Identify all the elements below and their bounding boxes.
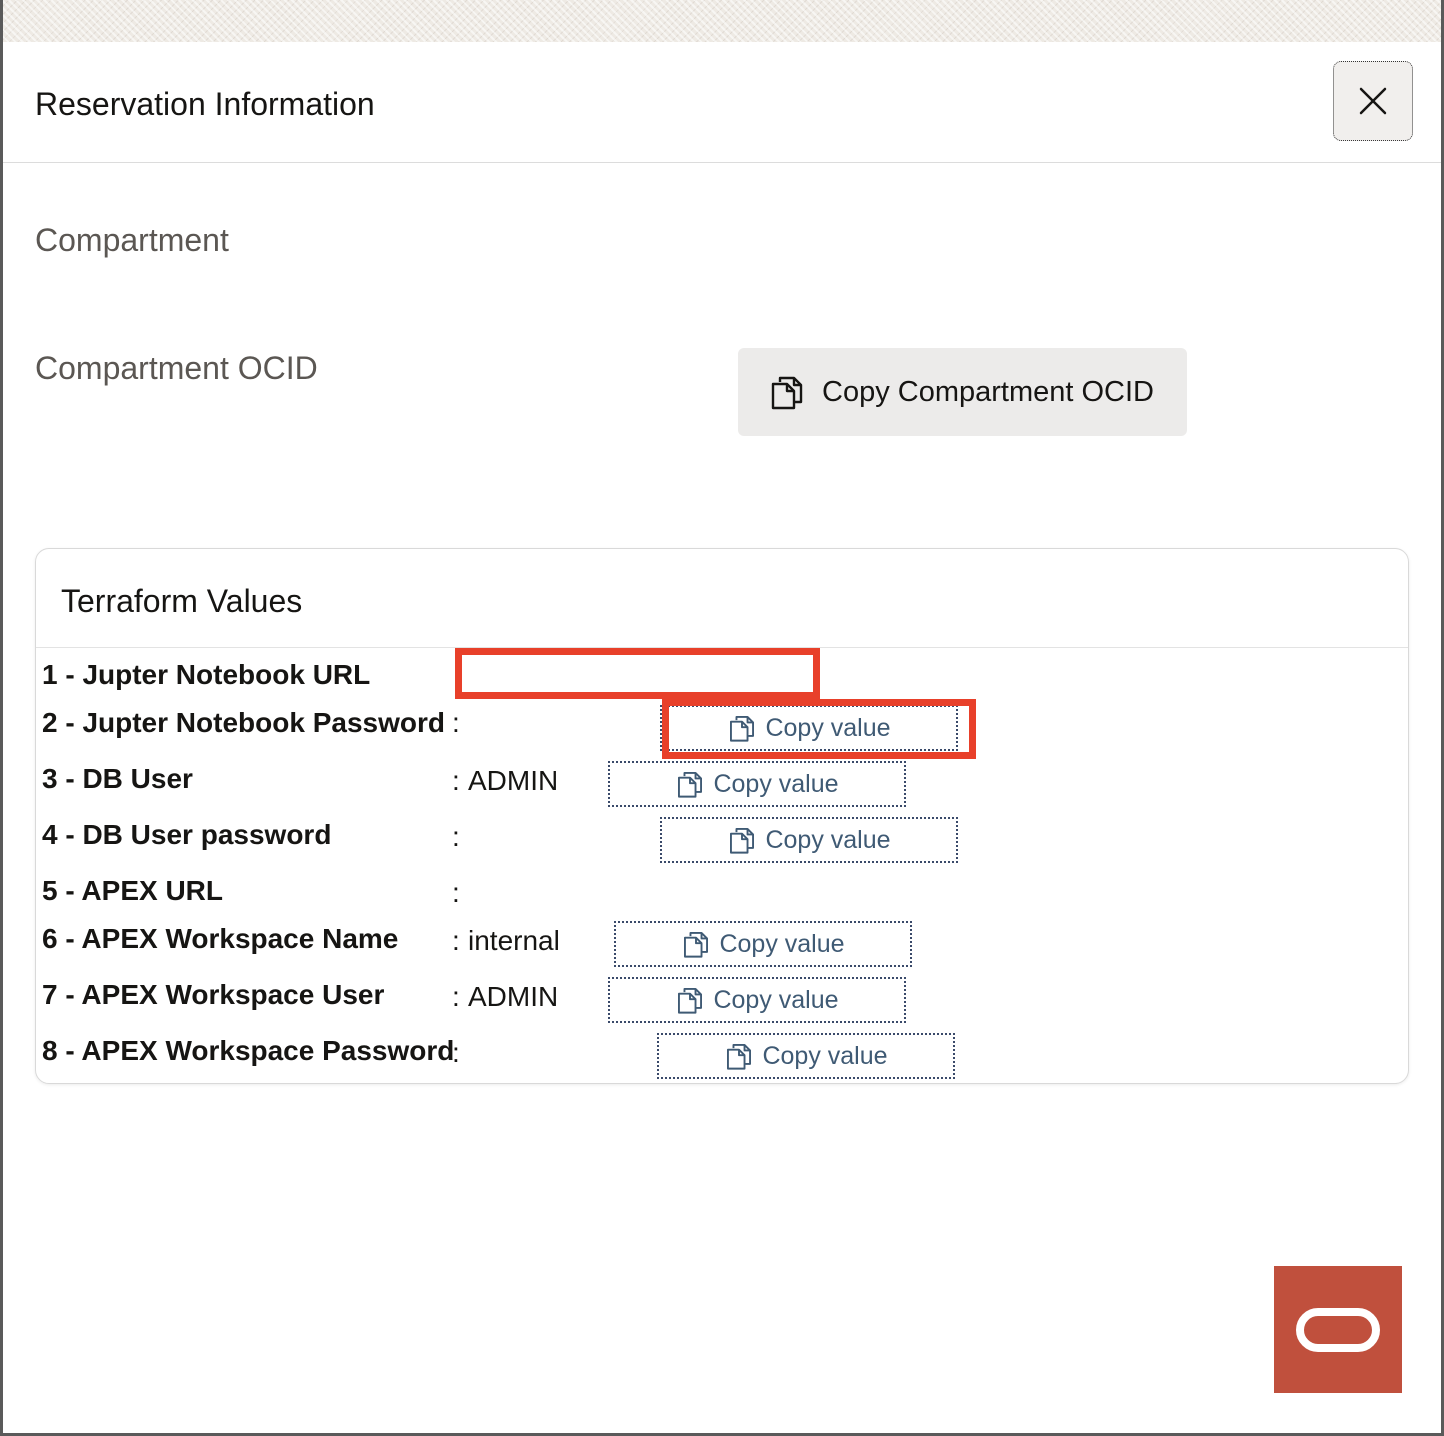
copy-value-label: Copy value: [713, 985, 839, 1014]
copy-icon: [678, 988, 703, 1014]
row-value-apex-workspace-user: ADMIN: [468, 981, 559, 1012]
terraform-values-title: Terraform Values: [61, 583, 303, 619]
copy-value-label: Copy value: [713, 769, 839, 798]
oracle-logo-shape: [1296, 1307, 1380, 1352]
row-value-apex-workspace-name: internal: [468, 925, 560, 956]
row-label-db-user: 3 - DB User: [42, 763, 193, 794]
row-colon: :: [452, 981, 460, 1012]
row-colon: :: [452, 877, 460, 908]
close-button[interactable]: [1333, 61, 1413, 141]
row-value-db-user: ADMIN: [468, 765, 559, 796]
row-colon: :: [452, 925, 460, 956]
row-colon: :: [452, 707, 460, 738]
row-colon: :: [452, 821, 460, 852]
row-colon: :: [452, 765, 460, 796]
reservation-dialog: Reservation Information Compartment Comp…: [3, 42, 1441, 1433]
close-icon: [1359, 87, 1387, 115]
row-label-apex-workspace-name: 6 - APEX Workspace Name: [42, 923, 399, 954]
copy-icon: [678, 772, 703, 798]
row-label-apex-url: 5 - APEX URL: [42, 875, 223, 906]
row-label-apex-workspace-user: 7 - APEX Workspace User: [42, 979, 385, 1010]
copy-value-button[interactable]: Copy value: [608, 761, 906, 807]
copy-compartment-ocid-label: Copy Compartment OCID: [822, 375, 1154, 408]
terraform-values-panel: Terraform Values 1 - Jupter Notebook URL…: [35, 548, 1409, 1084]
copy-value-label: Copy value: [719, 929, 845, 958]
copy-value-label: Copy value: [765, 825, 891, 854]
dialog-title: Reservation Information: [35, 86, 375, 122]
row-label-apex-workspace-password: 8 - APEX Workspace Password: [42, 1035, 455, 1066]
copy-icon: [730, 828, 755, 854]
row-label-jupyter-password: 2 - Jupter Notebook Password: [42, 707, 445, 738]
copy-icon: [684, 932, 709, 958]
dialog-header: Reservation Information: [3, 42, 1441, 163]
copy-value-button[interactable]: Copy value: [660, 817, 958, 863]
copy-value-button[interactable]: Copy value: [608, 977, 906, 1023]
oracle-logo-icon[interactable]: [1274, 1266, 1402, 1393]
row-label-db-user-password: 4 - DB User password: [42, 819, 332, 850]
row-label-jupyter-url: 1 - Jupter Notebook URL: [42, 659, 371, 690]
copy-icon: [771, 376, 803, 410]
highlight-box: [662, 699, 976, 759]
compartment-label: Compartment: [35, 222, 229, 258]
copy-value-label: Copy value: [762, 1041, 888, 1070]
copy-value-button[interactable]: Copy value: [614, 921, 912, 967]
copy-compartment-ocid-button[interactable]: Copy Compartment OCID: [738, 348, 1187, 436]
copy-icon: [727, 1044, 752, 1070]
highlight-box: [455, 648, 820, 699]
background-strip: [0, 0, 1444, 42]
compartment-ocid-label: Compartment OCID: [35, 350, 318, 386]
row-colon: :: [452, 1037, 460, 1068]
copy-value-button[interactable]: Copy value: [657, 1033, 955, 1079]
